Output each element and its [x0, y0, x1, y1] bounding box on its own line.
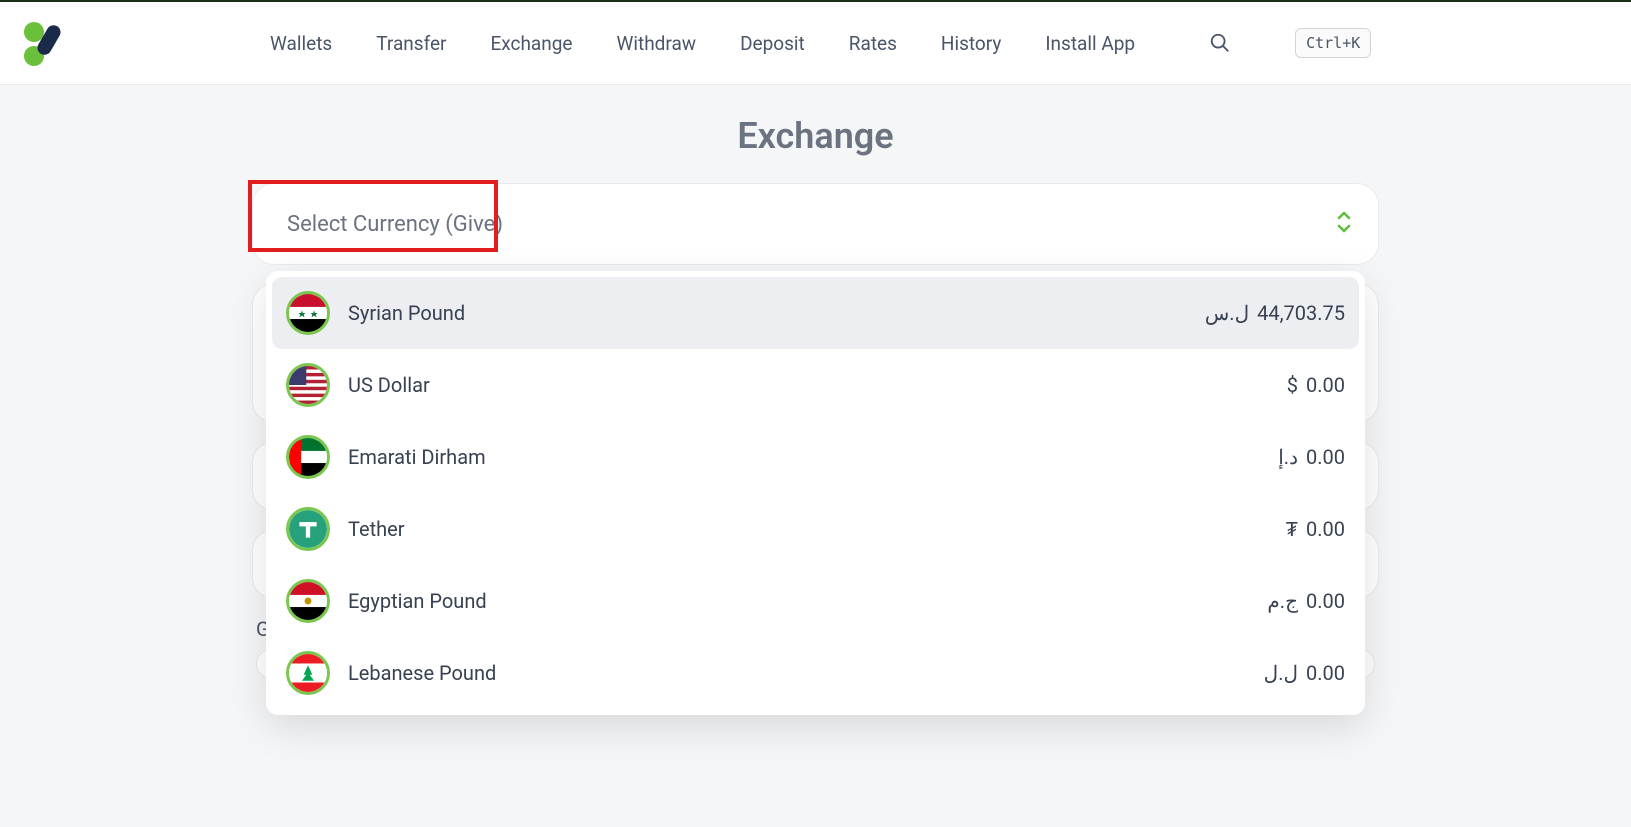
currency-give-placeholder: Select Currency (Give) [277, 206, 513, 243]
nav-history[interactable]: History [941, 32, 1001, 55]
search-shortcut[interactable]: Ctrl+K [1295, 28, 1371, 58]
currency-option-value: ل.س44,703.75 [1205, 301, 1345, 325]
currency-option-label: Syrian Pound [348, 301, 1187, 325]
currency-option-egyptian-pound[interactable]: Egyptian Pound ج.م0.00 [272, 565, 1359, 637]
flag-lebanon-icon [286, 651, 330, 695]
nav-withdraw[interactable]: Withdraw [617, 32, 697, 55]
currency-option-label: Lebanese Pound [348, 661, 1246, 685]
currency-option-tether[interactable]: Tether ₮0.00 [272, 493, 1359, 565]
currency-option-emarati-dirham[interactable]: Emarati Dirham د.إ0.00 [272, 421, 1359, 493]
currency-option-lebanese-pound[interactable]: Lebanese Pound ل.ل0.00 [272, 637, 1359, 709]
nav-wallets[interactable]: Wallets [270, 32, 332, 55]
nav-transfer[interactable]: Transfer [376, 32, 446, 55]
currency-give-select[interactable]: Select Currency (Give) [252, 183, 1379, 265]
header-bar: Wallets Transfer Exchange Withdraw Depos… [0, 2, 1631, 85]
app-logo[interactable] [20, 18, 70, 68]
currency-option-value: $0.00 [1287, 373, 1345, 397]
chevron-updown-icon [1334, 209, 1354, 239]
flag-uae-icon [286, 435, 330, 479]
page-title: Exchange [0, 115, 1631, 157]
main-nav: Wallets Transfer Exchange Withdraw Depos… [270, 28, 1371, 58]
currency-option-value: ₮0.00 [1286, 517, 1345, 542]
search-icon[interactable] [1209, 32, 1231, 54]
flag-syria-icon [286, 291, 330, 335]
currency-option-value: د.إ0.00 [1278, 445, 1345, 469]
currency-option-label: Egyptian Pound [348, 589, 1249, 613]
currency-dropdown: Syrian Pound ل.س44,703.75 US Dollar $0.0… [266, 271, 1365, 715]
nav-install-app[interactable]: Install App [1045, 32, 1135, 55]
currency-option-syrian-pound[interactable]: Syrian Pound ل.س44,703.75 [272, 277, 1359, 349]
currency-option-label: Tether [348, 517, 1268, 541]
currency-option-label: US Dollar [348, 373, 1269, 397]
currency-option-value: ج.م0.00 [1267, 589, 1345, 613]
currency-option-us-dollar[interactable]: US Dollar $0.00 [272, 349, 1359, 421]
nav-rates[interactable]: Rates [849, 32, 897, 55]
exchange-form: Select Currency (Give) N C Get Syrian Po… [252, 183, 1379, 679]
nav-deposit[interactable]: Deposit [740, 32, 805, 55]
flag-egypt-icon [286, 579, 330, 623]
tether-icon [286, 507, 330, 551]
currency-option-label: Emarati Dirham [348, 445, 1260, 469]
flag-usa-icon [286, 363, 330, 407]
nav-exchange[interactable]: Exchange [490, 32, 572, 55]
currency-option-value: ل.ل0.00 [1264, 661, 1345, 685]
